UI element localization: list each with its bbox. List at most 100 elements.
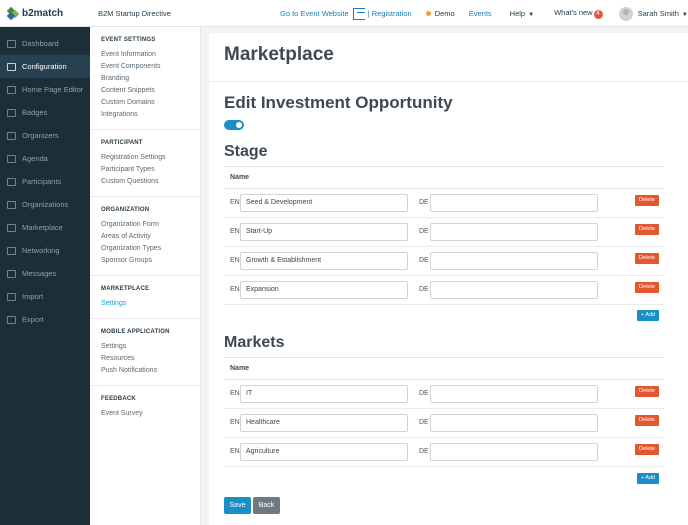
en-name-input[interactable]: Seed & Development — [240, 194, 408, 212]
sidebar-item-participants[interactable]: Participants — [0, 170, 90, 193]
add-market-button[interactable]: + Add — [637, 473, 659, 484]
de-name-input[interactable] — [430, 252, 598, 270]
de-label: DE — [419, 286, 429, 293]
en-name-input[interactable]: Start-Up — [240, 223, 408, 241]
sign-in-icon — [352, 7, 365, 20]
nav-link-areas-of-activity[interactable]: Areas of Activity — [101, 231, 200, 243]
form-title: Edit Investment Opportunity — [224, 93, 453, 112]
de-name-input[interactable] — [430, 281, 598, 299]
en-label: EN — [230, 286, 240, 293]
nav-link-integrations[interactable]: Integrations — [101, 109, 200, 121]
en-label: EN — [230, 257, 240, 264]
nav-link-participant-types[interactable]: Participant Types — [101, 164, 200, 176]
delete-button[interactable]: Delete — [635, 224, 659, 235]
sidebar-item-label: Export — [22, 315, 44, 324]
de-label: DE — [419, 199, 429, 206]
table-row: EN IT DE Delete — [224, 380, 664, 409]
sidebar-item-label: Organizers — [22, 131, 59, 140]
sidebar-item-organizations[interactable]: Organizations — [0, 193, 90, 216]
table-row: EN Healthcare DE Delete — [224, 409, 664, 438]
whats-new-button[interactable]: What's new 4 — [554, 8, 603, 19]
nav-link-mobile-settings[interactable]: Settings — [101, 341, 200, 353]
logo[interactable]: b2match — [0, 0, 90, 27]
markets-table-header: Name — [224, 357, 664, 380]
active-toggle[interactable] — [224, 120, 244, 130]
sidebar: Dashboard Configuration Home Page Editor… — [0, 27, 90, 525]
sidebar-item-label: Networking — [22, 246, 60, 255]
en-name-input[interactable]: Growth & Establishment — [240, 252, 408, 270]
nav-link-organization-types[interactable]: Organization Types — [101, 243, 200, 255]
nav-heading: MOBILE APPLICATION — [101, 329, 170, 335]
delete-button[interactable]: Delete — [635, 195, 659, 206]
events-link[interactable]: Events — [469, 9, 492, 18]
column-name-header: Name — [230, 174, 250, 181]
demo-label: Demo — [434, 9, 455, 18]
en-label: EN — [230, 228, 240, 235]
nav-link-organization-form[interactable]: Organization Form — [101, 219, 200, 231]
sidebar-item-marketplace[interactable]: Marketplace — [0, 216, 90, 239]
nav-group-organization: ORGANIZATION Organization Form Areas of … — [90, 197, 200, 276]
registration-link[interactable]: | Registration — [352, 7, 412, 20]
sidebar-item-agenda[interactable]: Agenda — [0, 147, 90, 170]
sidebar-item-label: Marketplace — [22, 223, 63, 232]
table-row: EN Agriculture DE Delete — [224, 438, 664, 467]
nav-link-resources[interactable]: Resources — [101, 353, 200, 365]
de-name-input[interactable] — [430, 443, 598, 461]
badges-icon — [7, 108, 16, 117]
sidebar-item-messages[interactable]: Messages — [0, 262, 90, 285]
nav-link-content-snippets[interactable]: Content Snippets — [101, 85, 200, 97]
delete-button[interactable]: Delete — [635, 415, 659, 426]
en-name-input[interactable]: Healthcare — [240, 414, 408, 432]
nav-link-push-notifications[interactable]: Push Notifications — [101, 365, 200, 377]
nav-link-event-information[interactable]: Event Information — [101, 49, 200, 61]
de-label: DE — [419, 448, 429, 455]
go-to-event-website-link[interactable]: Go to Event Website — [280, 9, 349, 18]
en-name-input[interactable]: IT — [240, 385, 408, 403]
de-name-input[interactable] — [430, 385, 598, 403]
sidebar-item-networking[interactable]: Networking — [0, 239, 90, 262]
back-button[interactable]: Back — [253, 497, 280, 514]
nav-link-registration-settings[interactable]: Registration Settings — [101, 152, 200, 164]
en-label: EN — [230, 419, 240, 426]
b2match-logo-icon — [6, 6, 20, 21]
sidebar-item-export[interactable]: Export — [0, 308, 90, 331]
help-label: Help — [509, 9, 526, 18]
en-name-input[interactable]: Agriculture — [240, 443, 408, 461]
table-row: EN Start-Up DE Delete — [224, 218, 664, 247]
nav-group-mobile-application: MOBILE APPLICATION Settings Resources Pu… — [90, 319, 200, 386]
nav-link-event-components[interactable]: Event Components — [101, 61, 200, 73]
delete-button[interactable]: Delete — [635, 253, 659, 264]
nav-link-custom-domains[interactable]: Custom Domains — [101, 97, 200, 109]
sidebar-item-configuration[interactable]: Configuration — [0, 55, 90, 78]
nav-link-custom-questions[interactable]: Custom Questions — [101, 176, 200, 188]
de-name-input[interactable] — [430, 414, 598, 432]
marketplace-icon — [7, 223, 16, 232]
nav-link-marketplace-settings[interactable]: Settings — [101, 298, 200, 310]
de-name-input[interactable] — [430, 223, 598, 241]
chevron-down-icon: ▼ — [681, 12, 688, 18]
sidebar-item-home-page-editor[interactable]: Home Page Editor — [0, 78, 90, 101]
avatar[interactable] — [618, 6, 633, 21]
sidebar-item-organizers[interactable]: Organizers — [0, 124, 90, 147]
user-menu[interactable]: Sarah Smith ▼ — [638, 9, 688, 18]
en-name-input[interactable]: Expansion — [240, 281, 408, 299]
nav-link-sponsor-groups[interactable]: Sponsor Groups — [101, 255, 200, 267]
delete-button[interactable]: Delete — [635, 282, 659, 293]
delete-button[interactable]: Delete — [635, 386, 659, 397]
networking-icon — [7, 246, 16, 255]
save-button[interactable]: Save — [224, 497, 251, 514]
sidebar-item-badges[interactable]: Badges — [0, 101, 90, 124]
sidebar-item-label: Organizations — [22, 200, 69, 209]
nav-link-branding[interactable]: Branding — [101, 73, 200, 85]
delete-button[interactable]: Delete — [635, 444, 659, 455]
nav-group-marketplace: MARKETPLACE Settings — [90, 276, 200, 319]
sidebar-item-dashboard[interactable]: Dashboard — [0, 32, 90, 55]
stage-title: Stage — [224, 143, 268, 160]
sidebar-item-label: Agenda — [22, 154, 48, 163]
add-stage-button[interactable]: + Add — [637, 310, 659, 321]
nav-heading: PARTICIPANT — [101, 140, 143, 146]
nav-link-event-survey[interactable]: Event Survey — [101, 408, 200, 420]
sidebar-item-import[interactable]: Import — [0, 285, 90, 308]
de-name-input[interactable] — [430, 194, 598, 212]
help-menu[interactable]: Help ▼ — [510, 9, 534, 18]
